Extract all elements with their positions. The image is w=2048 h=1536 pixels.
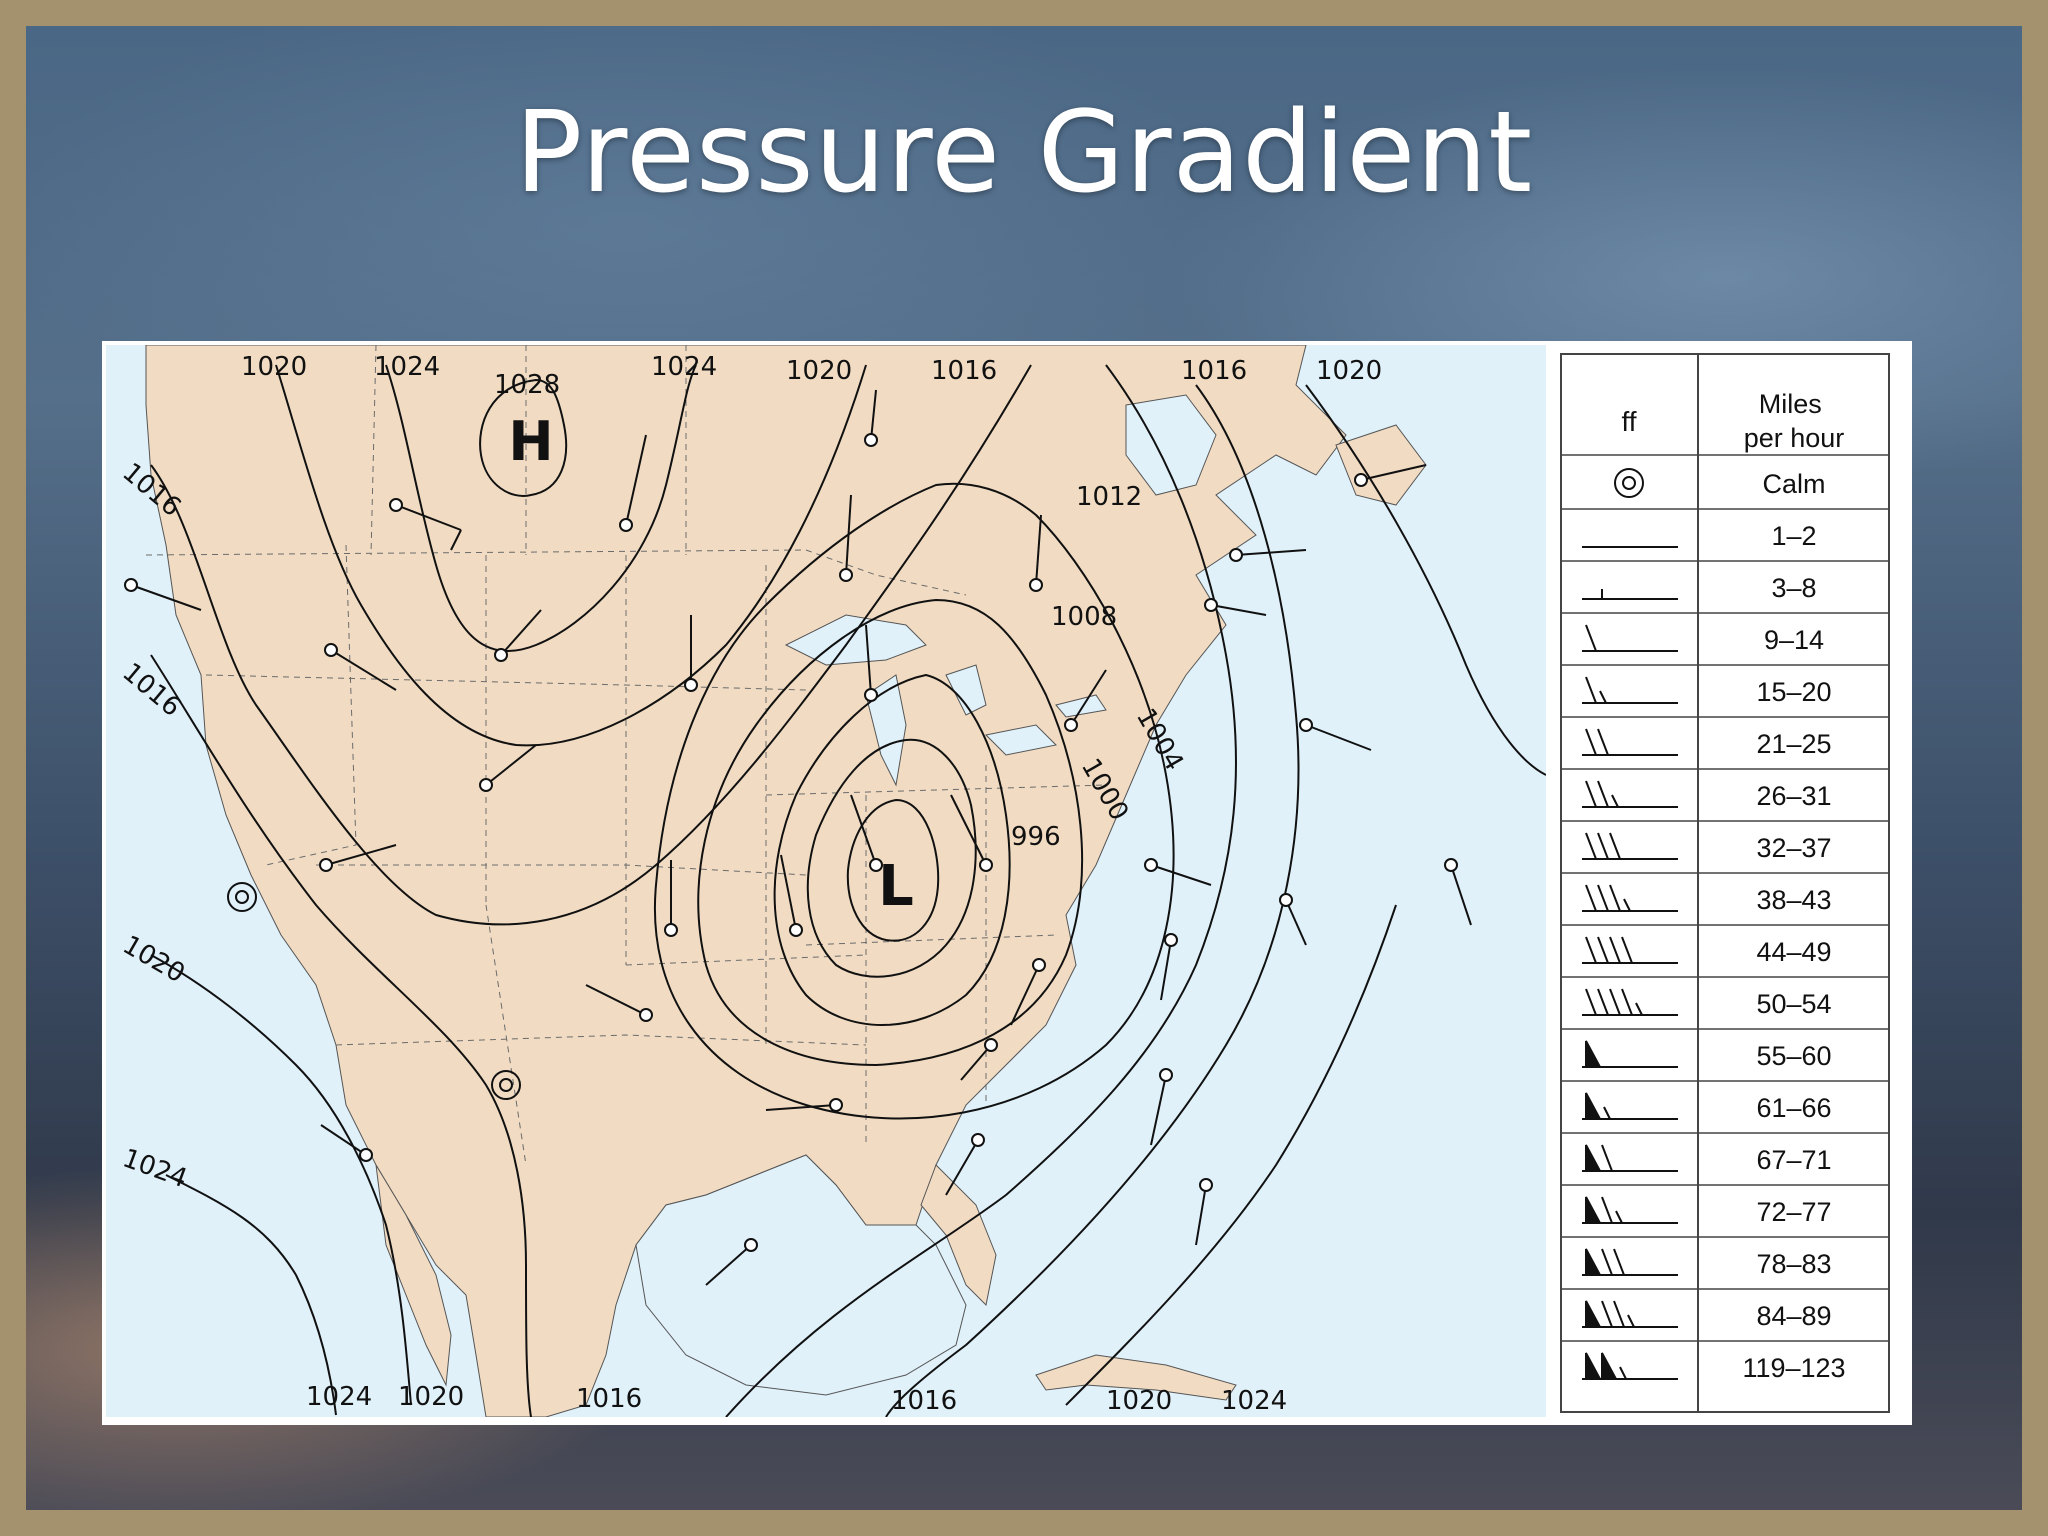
low-pressure-label: L [878,854,914,919]
isobar-label: 1012 [1076,482,1142,512]
legend-speed: 15–20 [1756,677,1831,707]
legend-speed: 119–123 [1742,1353,1845,1383]
legend-speed: 9–14 [1764,625,1824,655]
isobar-label: 1016 [931,356,997,386]
legend-header-ff: ff [1621,406,1636,437]
surface-weather-map: H L 1020 1024 1028 1024 1020 1016 1016 1… [106,345,1546,1417]
legend-speed: 61–66 [1756,1093,1831,1123]
legend-speed: 84–89 [1756,1301,1831,1331]
legend-speed: 38–43 [1756,885,1831,915]
legend-speed: 26–31 [1756,781,1831,811]
legend-speed: 3–8 [1771,573,1816,603]
legend-speed: 55–60 [1756,1041,1831,1071]
isobar-label: 1016 [1181,356,1247,386]
legend-speed: 78–83 [1756,1249,1831,1279]
legend-speed: 50–54 [1756,989,1831,1019]
legend-speed: 44–49 [1756,937,1831,967]
isobar-label: 1020 [398,1382,464,1412]
isobar-label: 1016 [891,1386,957,1416]
wind-speed-legend: Calm 1–2 3–8 9–14 15–20 21–25 26–31 32–37 38–43 4… [1560,353,1890,1413]
isobar-label: 1008 [1051,602,1117,632]
isobar-label: 1020 [241,352,307,382]
legend-header-mph-line1: Miles [1759,389,1822,419]
isobar-label: 1020 [1106,1386,1172,1416]
legend-speed: 1–2 [1771,521,1816,551]
slide-title: Pressure Gradient [514,88,1534,218]
weather-figure: H L 1020 1024 1028 1024 1020 1016 1016 1… [102,341,1912,1425]
isobar-label: 1020 [786,356,852,386]
isobar-label: 1024 [306,1382,372,1412]
isobar-label: 1028 [494,370,560,400]
legend-speed: 32–37 [1756,833,1831,863]
isobar-label: 996 [1011,822,1061,852]
isobar-label: 1024 [651,352,717,382]
isobar-label: 1024 [374,352,440,382]
legend-header-mph-line2: per hour [1744,423,1845,453]
legend-speed: Calm [1762,469,1825,499]
isobar-label: 1016 [576,1384,642,1414]
high-pressure-label: H [508,410,553,473]
isobar-label: 1024 [1221,1386,1287,1416]
legend-speed: 21–25 [1756,729,1831,759]
legend-speed: 67–71 [1756,1145,1831,1175]
isobar-label: 1020 [1316,356,1382,386]
legend-speed: 72–77 [1756,1197,1831,1227]
